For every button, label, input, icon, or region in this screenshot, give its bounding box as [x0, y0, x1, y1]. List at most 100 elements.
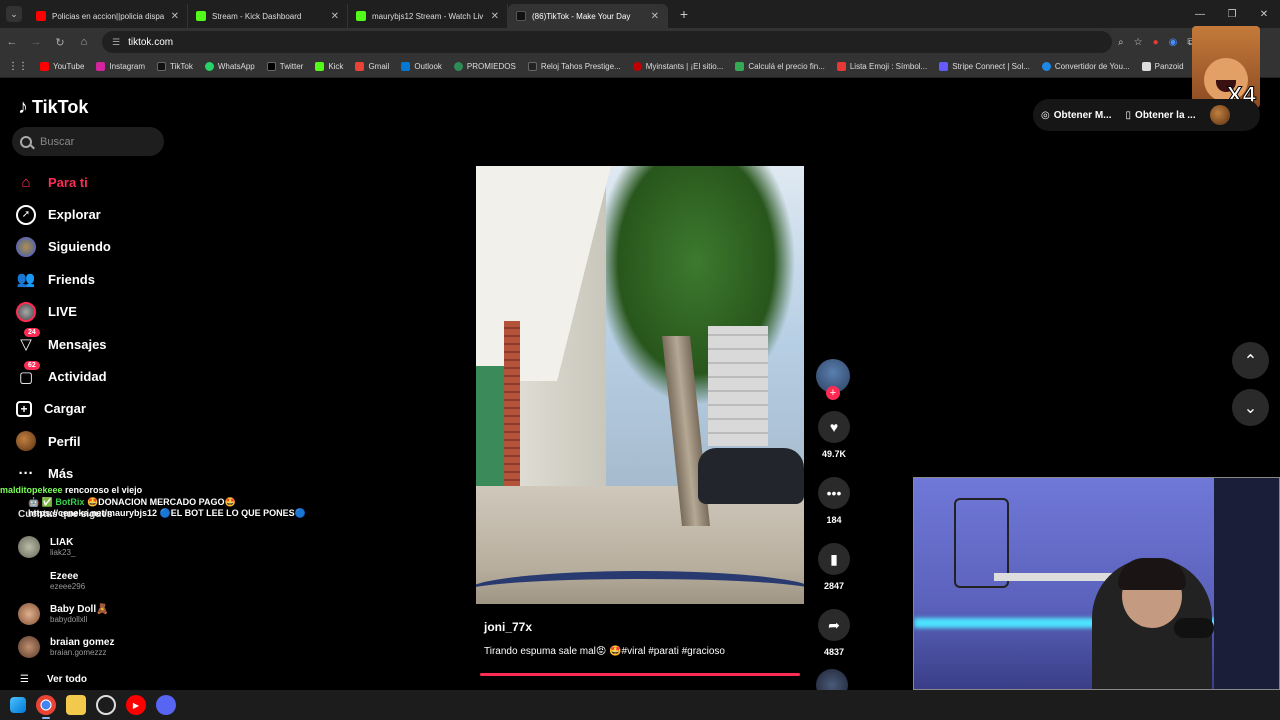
upload-icon: + [16, 400, 32, 417]
following-account[interactable]: LIAK liak23_ [18, 534, 75, 560]
windows-start-icon[interactable] [10, 697, 26, 713]
close-tab-icon[interactable]: ✕ [491, 11, 499, 22]
bookmark[interactable]: Gmail [355, 62, 389, 71]
site-info-icon[interactable]: ☰ [112, 37, 120, 48]
video-player[interactable] [476, 166, 804, 604]
sidebar-item-following[interactable]: Siguiendo [16, 231, 196, 263]
bookmark[interactable]: Convertidor de You... [1041, 62, 1130, 71]
sidebar-item-upload[interactable]: + Cargar [16, 393, 196, 425]
save-button[interactable]: ▮ 2847 [816, 543, 852, 591]
sidebar-item-label: Siguiendo [48, 239, 111, 255]
bookmark[interactable]: Panzoid [1141, 62, 1184, 71]
obs-icon[interactable] [96, 695, 116, 715]
bookmark[interactable]: PROMIEDOS [453, 62, 516, 71]
search-box[interactable] [12, 127, 164, 156]
user-avatar[interactable] [1209, 105, 1230, 125]
bookmark[interactable]: WhatsApp [204, 62, 255, 71]
bookmark[interactable]: Reloj Tahos Prestige... [527, 62, 621, 71]
close-tab-icon[interactable]: ✕ [171, 11, 179, 22]
chrome-icon[interactable] [36, 695, 56, 719]
bookmark[interactable]: Calculá el precio fin... [735, 62, 825, 71]
bookmark[interactable]: Kick [315, 62, 343, 71]
discord-icon[interactable] [156, 695, 176, 715]
apps-icon[interactable]: ⋮⋮ [8, 61, 28, 72]
gmail-icon [355, 62, 365, 71]
home-page-icon[interactable]: ⌂ [72, 30, 96, 54]
bookmark-label: TikTok [170, 62, 193, 71]
like-button[interactable]: ♥ 49.7K [816, 411, 852, 459]
extension-red-icon[interactable]: ● [1153, 37, 1159, 48]
tab-search-icon[interactable]: ⌄ [6, 6, 22, 22]
zoom-icon[interactable]: ⌕ [1118, 37, 1124, 48]
reload-icon[interactable]: ↻ [48, 30, 72, 54]
bookmark[interactable]: TikTok [157, 62, 193, 71]
sidebar-item-messages[interactable]: ▽ 24 Mensajes [16, 328, 196, 360]
bookmark[interactable]: Myinstants | ¡El sitio... [632, 62, 723, 71]
new-tab-button[interactable]: + [674, 4, 694, 24]
bookmark[interactable]: Lista Emoji : Símbol... [836, 62, 927, 71]
bookmark[interactable]: Instagram [96, 62, 145, 71]
emoji-list-icon [836, 62, 846, 71]
youtube-icon [40, 62, 49, 71]
close-window-icon[interactable]: ✕ [1248, 0, 1280, 28]
tiktok-logo[interactable]: ♪ TikTok [18, 96, 88, 119]
bookmark[interactable]: Twitter [266, 62, 304, 71]
following-account[interactable]: Ezeee ezeee296 [18, 568, 85, 594]
see-all-link[interactable]: ☰ Ver todo [20, 674, 87, 685]
bookmark-label: Kick [328, 62, 344, 71]
file-explorer-icon[interactable] [66, 695, 86, 715]
browser-tab[interactable]: maurybjs12 Stream - Watch Liv ✕ [348, 4, 508, 28]
bookmark[interactable]: YouTube [40, 62, 84, 71]
comment-button[interactable]: ••• 184 [816, 477, 852, 525]
bookmark-label: Outlook [414, 62, 442, 71]
close-tab-icon[interactable]: ✕ [651, 11, 659, 22]
sidebar-item-label: Perfil [48, 433, 81, 449]
previous-video-button[interactable]: ⌃ [1232, 342, 1269, 379]
address-bar[interactable]: ☰ tiktok.com [102, 31, 1112, 53]
share-button[interactable]: ➦ 4837 [816, 609, 852, 657]
browser-tab[interactable]: Policias en accion||policia dispa ✕ [28, 4, 188, 28]
account-handle: babydollxll [50, 615, 88, 624]
toolbar-actions: ⌕ ☆ ● ◉ ⧉ [1118, 37, 1195, 48]
next-video-button[interactable]: ⌄ [1232, 389, 1269, 426]
avatar [18, 570, 40, 592]
sidebar-item-activity[interactable]: ▢ 62 Actividad [16, 360, 196, 392]
bookmark-star-icon[interactable]: ☆ [1134, 37, 1143, 48]
sidebar-item-label: Cargar [44, 401, 86, 417]
stream-emote-overlay: X4 [1192, 26, 1260, 110]
follow-plus-icon[interactable]: + [826, 386, 840, 400]
bookmark-label: WhatsApp [217, 62, 255, 71]
video-progress-bar[interactable] [480, 673, 800, 676]
sidebar-item-for-you[interactable]: ⌂ Para ti [16, 166, 196, 198]
author-avatar[interactable]: + [816, 359, 850, 400]
stripe-icon [939, 62, 949, 71]
forward-icon[interactable]: → [24, 30, 48, 54]
browser-tab-active[interactable]: (86)TikTok - Make Your Day ✕ [508, 4, 668, 28]
youtube-app-icon[interactable]: ▶ [126, 695, 146, 715]
get-app-button[interactable]: ▯ Obtener la ... [1126, 110, 1196, 121]
close-tab-icon[interactable]: ✕ [331, 11, 339, 22]
top-actions: ◎ Obtener M... ▯ Obtener la ... [1033, 99, 1260, 131]
sidebar-item-explore[interactable]: ➚ Explorar [16, 198, 196, 230]
bookmark-label: Calculá el precio fin... [748, 62, 825, 71]
webcam-frame [1118, 558, 1186, 590]
account-name: braian gomez [50, 637, 115, 648]
following-account[interactable]: braian gomez braian.gomezzz [18, 634, 114, 660]
heart-icon: ♥ [818, 411, 850, 443]
bookmark[interactable]: Outlook [401, 62, 442, 71]
sidebar-item-live[interactable]: LIVE [16, 296, 196, 328]
bookmark[interactable]: Stripe Connect | Sol... [939, 62, 1030, 71]
back-icon[interactable]: ← [0, 30, 24, 54]
video-author[interactable]: joni_77x [484, 620, 804, 634]
restore-icon[interactable]: ❐ [1216, 0, 1248, 28]
sidebar-item-friends[interactable]: 👥 Friends [16, 263, 196, 295]
extension-blue-icon[interactable]: ◉ [1169, 37, 1178, 48]
following-account[interactable]: Baby Doll🧸 babydollxll [18, 601, 109, 627]
search-input[interactable] [40, 135, 150, 148]
minimize-icon[interactable]: — [1184, 0, 1216, 28]
get-coins-button[interactable]: ◎ Obtener M... [1041, 110, 1112, 121]
sidebar-item-profile[interactable]: Perfil [16, 425, 196, 457]
browser-tab[interactable]: Stream - Kick Dashboard ✕ [188, 4, 348, 28]
video-actions: + ♥ 49.7K ••• 184 ▮ 2847 ➦ 4837 [816, 359, 852, 701]
bookmark-label: Twitter [279, 62, 304, 71]
